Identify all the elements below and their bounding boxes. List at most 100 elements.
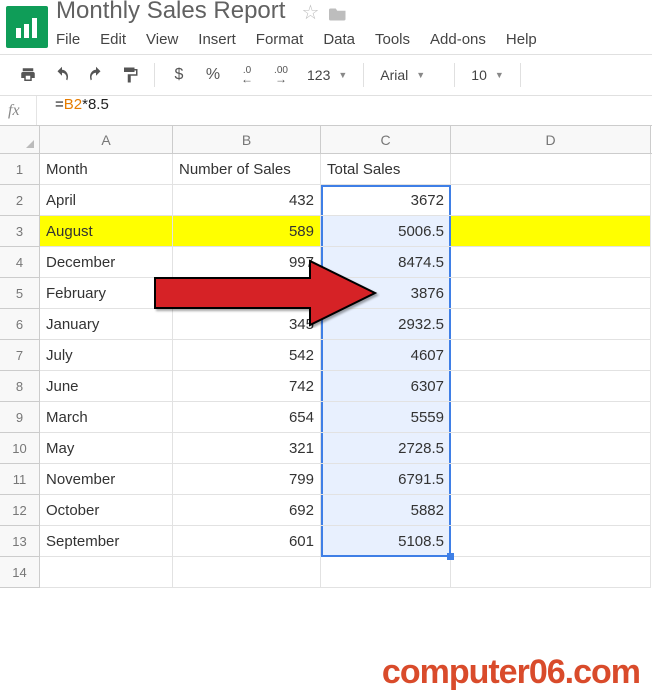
redo-icon[interactable] (82, 61, 110, 89)
row-header[interactable]: 9 (0, 402, 40, 433)
cell[interactable] (451, 495, 651, 526)
doc-title[interactable]: Monthly Sales Report (56, 0, 285, 25)
select-all-corner[interactable] (0, 126, 40, 153)
print-icon[interactable] (14, 61, 42, 89)
row-header[interactable]: 3 (0, 216, 40, 247)
cell[interactable]: 799 (173, 464, 321, 495)
row-header[interactable]: 8 (0, 371, 40, 402)
cell[interactable]: 589 (173, 216, 321, 247)
row-header[interactable]: 7 (0, 340, 40, 371)
menu-help[interactable]: Help (506, 31, 537, 48)
menu-view[interactable]: View (146, 31, 178, 48)
cell[interactable] (451, 557, 651, 588)
cell[interactable]: January (40, 309, 173, 340)
cell[interactable] (451, 371, 651, 402)
cell[interactable]: 321 (173, 433, 321, 464)
cell[interactable]: 6307 (321, 371, 451, 402)
cell[interactable]: 5006.5 (321, 216, 451, 247)
cell[interactable] (321, 557, 451, 588)
star-icon[interactable]: ☆ (301, 0, 319, 25)
cell[interactable]: September (40, 526, 173, 557)
font-select[interactable]: Arial▼ (374, 67, 444, 83)
cell[interactable]: 8474.5 (321, 247, 451, 278)
row-header[interactable]: 2 (0, 185, 40, 216)
row-header[interactable]: 12 (0, 495, 40, 526)
col-header-d[interactable]: D (451, 126, 651, 153)
cell[interactable]: 5882 (321, 495, 451, 526)
cell[interactable]: June (40, 371, 173, 402)
menu-tools[interactable]: Tools (375, 31, 410, 48)
cell[interactable]: 654 (173, 402, 321, 433)
menu-addons[interactable]: Add-ons (430, 31, 486, 48)
cell[interactable] (451, 154, 651, 185)
cell[interactable]: 542 (173, 340, 321, 371)
cell[interactable] (451, 464, 651, 495)
cell[interactable]: 345 (173, 309, 321, 340)
cell[interactable] (451, 185, 651, 216)
cell[interactable] (451, 433, 651, 464)
cell[interactable]: October (40, 495, 173, 526)
paint-format-icon[interactable] (116, 61, 144, 89)
fill-handle[interactable] (447, 553, 454, 560)
col-header-b[interactable]: B (173, 126, 321, 153)
col-header-c[interactable]: C (321, 126, 451, 153)
cell[interactable]: August (40, 216, 173, 247)
inc-decimal-button[interactable]: .00 → (267, 61, 295, 89)
cell[interactable] (451, 402, 651, 433)
menu-data[interactable]: Data (323, 31, 355, 48)
row-header[interactable]: 11 (0, 464, 40, 495)
cell[interactable] (451, 309, 651, 340)
cell[interactable]: 601 (173, 526, 321, 557)
cell[interactable] (451, 216, 651, 247)
cell[interactable]: 456 (173, 278, 321, 309)
row-header[interactable]: 6 (0, 309, 40, 340)
cell[interactable]: May (40, 433, 173, 464)
cell[interactable]: 692 (173, 495, 321, 526)
number-format-button[interactable]: 123▼ (301, 67, 353, 83)
cell[interactable]: July (40, 340, 173, 371)
cell[interactable]: 742 (173, 371, 321, 402)
row-header[interactable]: 1 (0, 154, 40, 185)
row-header[interactable]: 5 (0, 278, 40, 309)
font-size-select[interactable]: 10▼ (465, 67, 510, 83)
cell[interactable]: 2932.5 (321, 309, 451, 340)
currency-button[interactable]: $ (165, 61, 193, 89)
cell[interactable]: December (40, 247, 173, 278)
folder-icon[interactable] (329, 5, 347, 21)
cell[interactable] (173, 557, 321, 588)
cell[interactable]: 432 (173, 185, 321, 216)
cell[interactable]: Number of Sales (173, 154, 321, 185)
cell[interactable] (451, 340, 651, 371)
row-header[interactable]: 4 (0, 247, 40, 278)
cell[interactable] (451, 247, 651, 278)
cell[interactable]: 3876 (321, 278, 451, 309)
col-header-a[interactable]: A (40, 126, 173, 153)
cell[interactable] (451, 526, 651, 557)
cell[interactable]: November (40, 464, 173, 495)
cell[interactable] (40, 557, 173, 588)
menu-format[interactable]: Format (256, 31, 304, 48)
cell[interactable] (451, 278, 651, 309)
menu-file[interactable]: File (56, 31, 80, 48)
cell[interactable]: Total Sales (321, 154, 451, 185)
cell[interactable]: 997 (173, 247, 321, 278)
cell[interactable]: 3672 (321, 185, 451, 216)
cell[interactable]: April (40, 185, 173, 216)
cell[interactable]: March (40, 402, 173, 433)
cell[interactable]: 4607 (321, 340, 451, 371)
menu-insert[interactable]: Insert (198, 31, 236, 48)
cell[interactable]: 2728.5 (321, 433, 451, 464)
undo-icon[interactable] (48, 61, 76, 89)
menu-edit[interactable]: Edit (100, 31, 126, 48)
cell[interactable]: Month (40, 154, 173, 185)
row-header[interactable]: 13 (0, 526, 40, 557)
row-header[interactable]: 14 (0, 557, 40, 588)
dec-decimal-button[interactable]: .0 ← (233, 61, 261, 89)
cell[interactable]: February (40, 278, 173, 309)
percent-button[interactable]: % (199, 61, 227, 89)
formula-input[interactable]: =B2*8.5 (36, 96, 652, 125)
cell[interactable]: 5108.5 (321, 526, 451, 557)
cell[interactable]: 6791.5 (321, 464, 451, 495)
cell[interactable]: 5559 (321, 402, 451, 433)
row-header[interactable]: 10 (0, 433, 40, 464)
